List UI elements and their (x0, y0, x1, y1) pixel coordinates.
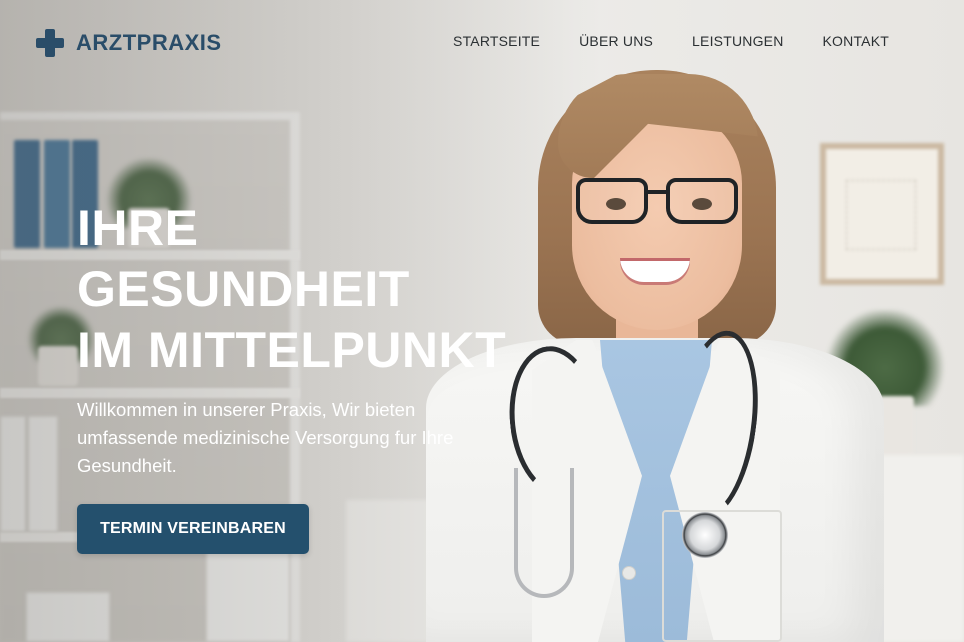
hero-subtext: Willkommen in unserer Praxis, Wir bieten… (77, 399, 454, 476)
coat-button (622, 566, 636, 580)
hero-section: ARZTPRAXIS STARTSEITE ÜBER UNS LEISTUNGE… (0, 0, 964, 642)
glasses-bridge (646, 190, 668, 194)
headline-line: IHRE (77, 200, 199, 256)
nav-item-kontakt[interactable]: KONTAKT (823, 33, 889, 49)
hero-headline: IHRE GESUNDHEIT IM MITTELPUNKT (77, 198, 547, 381)
nav-item-ueber-uns[interactable]: ÜBER UNS (579, 33, 653, 49)
glasses-lens (576, 178, 648, 224)
medical-cross-icon (36, 29, 64, 57)
stethoscope-earpiece (514, 468, 574, 598)
nav-item-startseite[interactable]: STARTSEITE (453, 33, 540, 49)
doctor-glasses (576, 178, 744, 224)
main-nav: STARTSEITE ÜBER UNS LEISTUNGEN KONTAKT (453, 33, 889, 49)
stethoscope-chestpiece (682, 512, 728, 558)
appointment-button[interactable]: TERMIN VEREINBAREN (77, 504, 309, 554)
headline-line: GESUNDHEIT (77, 261, 410, 317)
nav-item-leistungen[interactable]: LEISTUNGEN (692, 33, 783, 49)
headline-line: IM MITTELPUNKT (77, 322, 507, 378)
glasses-lens (666, 178, 738, 224)
brand-logo[interactable]: ARZTPRAXIS (36, 29, 222, 57)
brand-name: ARZTPRAXIS (76, 30, 222, 55)
